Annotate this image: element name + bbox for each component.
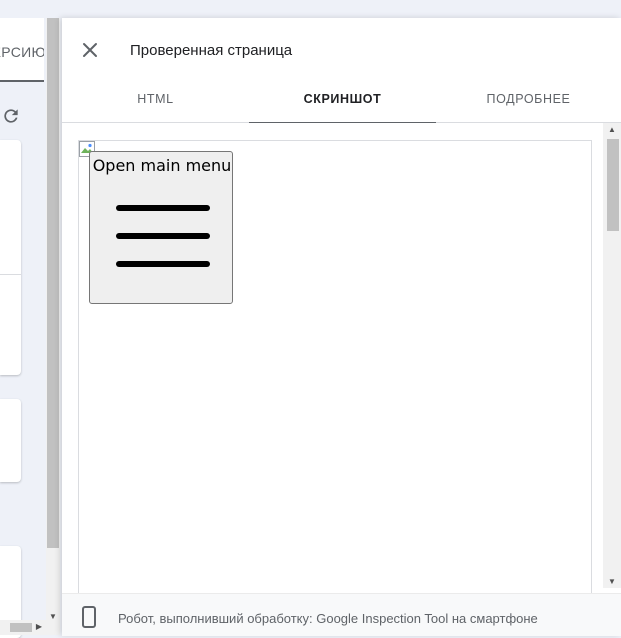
screenshot-viewer: Open main menu ▲ ▼ [62,123,621,596]
background-card[interactable] [0,140,21,375]
open-main-menu-button[interactable]: Open main menu [89,151,233,304]
scroll-up-arrow-icon[interactable]: ▲ [608,125,616,134]
background-horizontal-scrollbar[interactable]: ▶ [0,620,46,635]
background-tab[interactable]: ЕРСИЮ [0,18,44,82]
rendered-page-screenshot: Open main menu [78,140,592,596]
scrollbar-thumb[interactable] [47,18,59,548]
hamburger-line [116,233,210,239]
background-scrollbar[interactable]: ▼ [46,18,60,635]
refresh-icon[interactable] [0,106,22,128]
menu-button-label: Open main menu [92,156,232,175]
crawler-info: Робот, выполнивший обработку: Google Ins… [118,611,538,626]
inspected-page-panel: Проверенная страница HTML СКРИНШОТ ПОДРО… [62,18,621,636]
tab-html[interactable]: HTML [62,82,249,122]
background-tab-label: ЕРСИЮ [0,44,44,60]
scroll-down-arrow-icon[interactable]: ▼ [608,577,616,586]
background-divider [0,274,21,275]
scroll-right-arrow-icon[interactable]: ▶ [36,622,42,631]
top-strip [0,0,621,18]
hamburger-line [116,205,210,211]
scrollbar-thumb[interactable] [10,623,32,632]
screenshot-scrollbar[interactable]: ▲ ▼ [603,123,621,588]
tab-screenshot[interactable]: СКРИНШОТ [249,82,436,124]
background-page: ЕРСИЮ ▼ [0,18,62,638]
close-icon[interactable] [78,38,102,62]
hamburger-line [116,261,210,267]
panel-title: Проверенная страница [130,42,293,59]
panel-tabs: HTML СКРИНШОТ ПОДРОБНЕЕ [62,82,621,124]
background-card[interactable] [0,399,21,482]
panel-header: Проверенная страница [62,18,621,82]
smartphone-icon [82,606,96,628]
scrollbar-thumb[interactable] [607,139,619,231]
scroll-down-arrow-icon[interactable]: ▼ [49,612,57,621]
panel-footer: Робот, выполнивший обработку: Google Ins… [62,593,621,636]
tab-details[interactable]: ПОДРОБНЕЕ [436,82,621,122]
